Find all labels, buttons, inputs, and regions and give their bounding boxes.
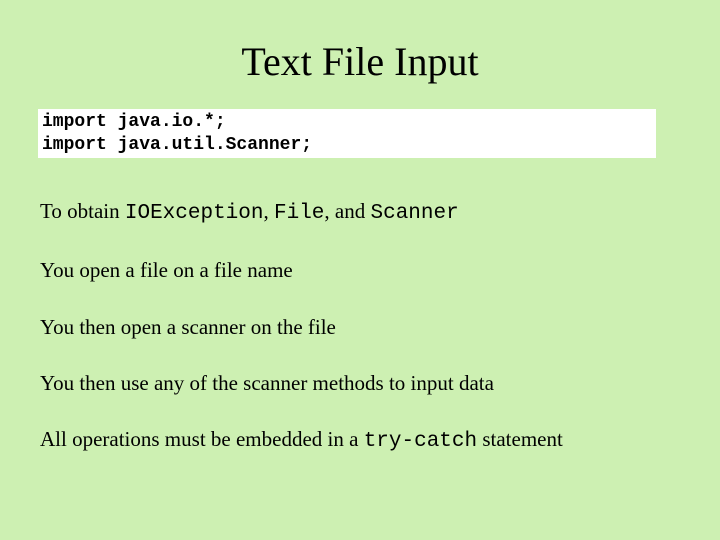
code-try-catch: try-catch — [364, 430, 477, 453]
class-file: File — [274, 202, 324, 225]
code-line-2: import java.util.Scanner; — [42, 134, 652, 157]
code-line-1: import java.io.*; — [42, 111, 652, 134]
paragraph-1: To obtain IOException, File, and Scanner — [40, 198, 680, 227]
slide-body: To obtain IOException, File, and Scanner… — [40, 198, 680, 455]
paragraph-4: You then use any of the scanner methods … — [40, 370, 680, 396]
class-ioexception: IOException — [125, 202, 264, 225]
text: To obtain — [40, 199, 125, 223]
code-block: import java.io.*; import java.util.Scann… — [38, 109, 656, 158]
class-scanner: Scanner — [370, 202, 458, 225]
text: , — [263, 199, 274, 223]
paragraph-5: All operations must be embedded in a try… — [40, 426, 680, 455]
slide: Text File Input import java.io.*; import… — [0, 0, 720, 455]
paragraph-2: You open a file on a file name — [40, 257, 680, 283]
text: statement — [477, 427, 563, 451]
text: , and — [324, 199, 370, 223]
paragraph-3: You then open a scanner on the file — [40, 314, 680, 340]
text: All operations must be embedded in a — [40, 427, 364, 451]
slide-title: Text File Input — [40, 38, 680, 85]
